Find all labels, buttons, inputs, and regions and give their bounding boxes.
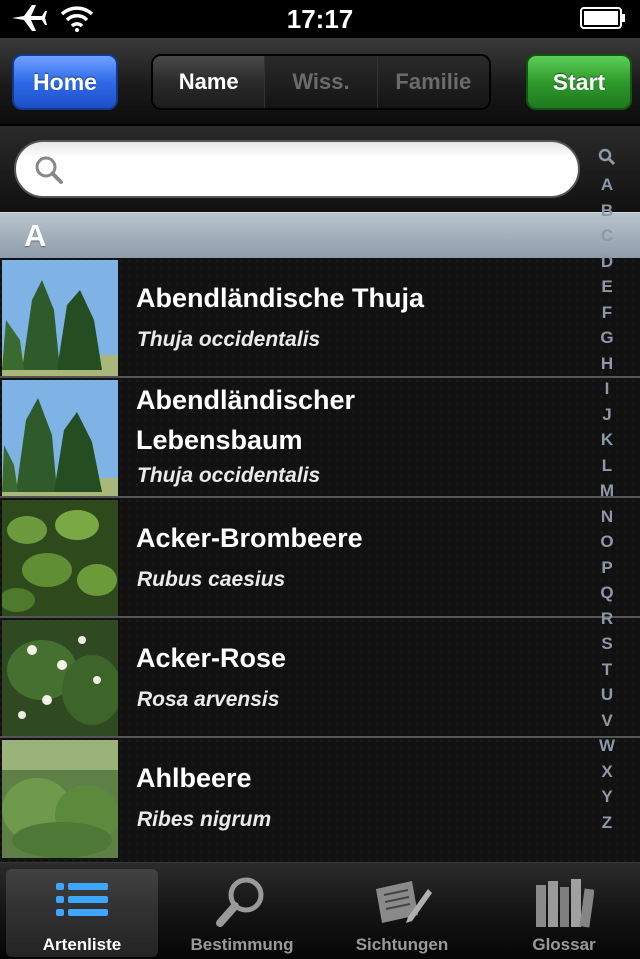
list-icon	[56, 883, 108, 916]
index-letter[interactable]: U	[601, 682, 613, 708]
segment-family[interactable]: Familie	[376, 56, 489, 108]
index-letter[interactable]: W	[599, 733, 615, 759]
species-list[interactable]: Abendländische Thuja Thuja occidentalis …	[0, 258, 640, 862]
battery-icon	[580, 7, 625, 29]
section-header: A	[0, 212, 640, 258]
index-search-icon[interactable]	[598, 148, 616, 166]
index-letter[interactable]: T	[602, 657, 612, 683]
tab-label: Glossar	[532, 935, 596, 954]
list-item[interactable]: Abendländischer Lebensbaum Thuja occiden…	[0, 378, 640, 498]
search-field[interactable]	[14, 140, 580, 198]
species-scientific-name: Thuja occidentalis	[137, 328, 321, 351]
books-icon	[536, 879, 594, 928]
index-letter[interactable]: J	[602, 402, 611, 428]
species-name: Abendländischer Lebensbaum	[136, 385, 356, 455]
thuja-photo	[2, 260, 118, 376]
sort-segmented-control: Name Wiss. Familie	[151, 54, 491, 110]
section-letter: A	[24, 218, 47, 253]
index-letter[interactable]: G	[600, 325, 613, 351]
field-rose-photo	[2, 620, 118, 736]
home-button[interactable]: Home	[12, 54, 118, 110]
index-letter[interactable]: K	[601, 427, 613, 453]
tab-sichtungen[interactable]: Sichtungen	[326, 869, 478, 957]
blackcurrant-photo	[2, 740, 118, 858]
index-letter[interactable]: O	[600, 529, 613, 555]
list-item[interactable]: Ahlbeere Ribes nigrum	[0, 738, 640, 862]
index-letter[interactable]: P	[601, 555, 612, 581]
species-name: Acker-Brombeere	[136, 523, 363, 553]
tab-bar: Artenliste Bestimmung Sichtungen Glossar	[0, 862, 640, 959]
search-input[interactable]	[76, 152, 566, 188]
index-letter[interactable]: I	[605, 376, 610, 402]
index-letter[interactable]: L	[602, 453, 612, 479]
index-letter[interactable]: X	[601, 759, 612, 785]
index-letter[interactable]: C	[601, 223, 613, 249]
index-letter[interactable]: H	[601, 351, 613, 377]
index-letter[interactable]: E	[601, 274, 612, 300]
index-letter[interactable]: S	[601, 631, 612, 657]
species-scientific-name: Thuja occidentalis	[137, 464, 321, 487]
species-scientific-name: Rubus caesius	[137, 568, 286, 591]
list-item[interactable]: Acker-Brombeere Rubus caesius	[0, 498, 640, 618]
list-item[interactable]: Acker-Rose Rosa arvensis	[0, 618, 640, 738]
alphabet-index[interactable]: A B C D E F G H I J K L M N O P Q R S T …	[596, 148, 618, 835]
tab-artenliste[interactable]: Artenliste	[6, 869, 158, 957]
index-letter[interactable]: D	[601, 249, 613, 275]
index-letter[interactable]: V	[601, 708, 612, 734]
index-letter[interactable]: R	[601, 606, 613, 632]
bramble-photo	[2, 500, 118, 616]
tab-label: Artenliste	[42, 935, 122, 954]
species-scientific-name: Ribes nigrum	[137, 808, 272, 831]
index-letter[interactable]: Y	[601, 784, 612, 810]
thuja-photo	[2, 380, 118, 496]
species-name: Acker-Rose	[136, 643, 287, 673]
species-name: Ahlbeere	[136, 763, 252, 793]
index-letter[interactable]: N	[601, 504, 613, 530]
species-scientific-name: Rosa arvensis	[137, 688, 280, 711]
segment-scientific[interactable]: Wiss.	[264, 56, 377, 108]
index-letter[interactable]: A	[601, 172, 613, 198]
notebook-pen-icon	[376, 881, 432, 923]
segment-name[interactable]: Name	[153, 56, 265, 108]
tab-glossar[interactable]: Glossar	[488, 869, 640, 957]
top-toolbar: Home Name Wiss. Familie Start	[0, 38, 640, 126]
index-letter[interactable]: F	[602, 300, 612, 326]
tab-label: Sichtungen	[355, 935, 449, 954]
search-icon	[35, 156, 63, 184]
index-letter[interactable]: Z	[602, 810, 612, 836]
index-letter[interactable]: M	[600, 478, 614, 504]
status-time: 17:17	[286, 4, 354, 34]
start-button[interactable]: Start	[526, 54, 632, 110]
magnifier-icon	[216, 877, 264, 927]
species-name: Abendländische Thuja	[136, 283, 425, 313]
index-letter[interactable]: Q	[600, 580, 613, 606]
tab-label: Bestimmung	[190, 935, 294, 954]
status-bar: 17:17	[0, 0, 640, 38]
index-letter[interactable]: B	[601, 198, 613, 224]
list-item[interactable]: Abendländische Thuja Thuja occidentalis	[0, 258, 640, 378]
search-bar	[0, 126, 640, 212]
tab-bestimmung[interactable]: Bestimmung	[166, 869, 318, 957]
